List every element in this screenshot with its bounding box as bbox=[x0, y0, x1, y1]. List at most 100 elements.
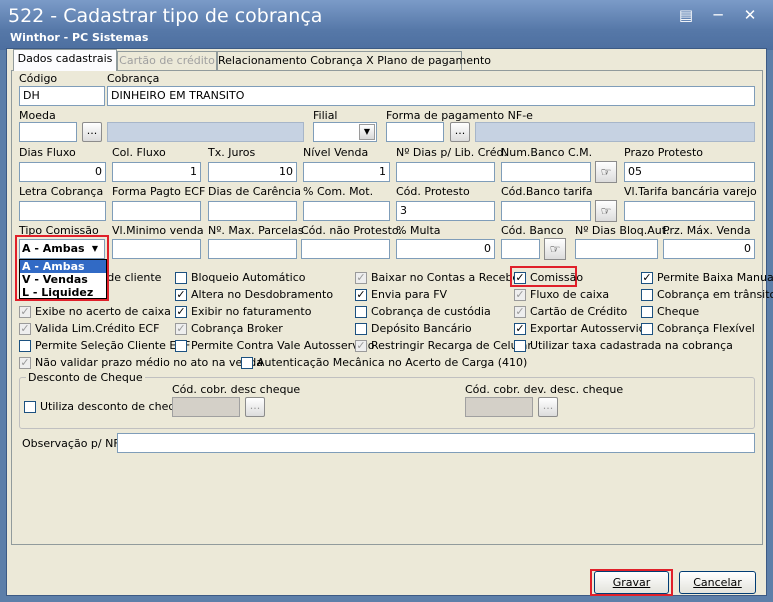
checkbox-label[interactable]: Fluxo de caixa bbox=[530, 288, 609, 301]
num-banco-cm-input[interactable] bbox=[501, 162, 591, 182]
chevron-down-icon: ▼ bbox=[359, 124, 375, 140]
utiliza-desconto-label[interactable]: Utiliza desconto de cheque bbox=[40, 400, 189, 413]
checkbox[interactable]: ✓ bbox=[175, 306, 187, 318]
tipo-comissao-dropdown: A - Ambas V - Vendas L - Liquidez bbox=[19, 259, 107, 299]
cobranca-input[interactable]: DINHEIRO EM TRANSITO bbox=[107, 86, 755, 106]
checkbox[interactable] bbox=[241, 357, 253, 369]
checkbox[interactable]: ✓ bbox=[175, 289, 187, 301]
checkbox[interactable] bbox=[175, 340, 187, 352]
checkbox[interactable]: ✓ bbox=[514, 289, 526, 301]
checkbox[interactable] bbox=[641, 289, 653, 301]
prazo-protesto-input[interactable]: 05 bbox=[624, 162, 755, 182]
minimize-icon[interactable]: ─ bbox=[708, 5, 728, 25]
cod-nao-protesto-input[interactable] bbox=[301, 239, 390, 259]
checkbox[interactable] bbox=[514, 340, 526, 352]
checkbox[interactable]: ✓ bbox=[19, 306, 31, 318]
checkbox-label[interactable]: Cobrança em trânsito bbox=[657, 288, 773, 301]
checkbox-label[interactable]: Exibe no acerto de caixa bbox=[35, 305, 171, 318]
pointing-hand-icon[interactable]: ☞ bbox=[544, 238, 566, 260]
tab-dados-cadastrais[interactable]: Dados cadastrais bbox=[13, 49, 117, 71]
tab-relacionamento[interactable]: Relacionamento Cobrança X Plano de pagam… bbox=[217, 51, 491, 70]
dias-fluxo-input[interactable]: 0 bbox=[19, 162, 106, 182]
tipo-comissao-select[interactable]: A - Ambas ▼ bbox=[19, 239, 105, 259]
checkbox[interactable]: ✓ bbox=[514, 272, 526, 284]
multa-input[interactable]: 0 bbox=[396, 239, 495, 259]
checkbox-label[interactable]: Baixar no Contas a Receber bbox=[371, 271, 524, 284]
vl-minimo-venda-input[interactable] bbox=[112, 239, 201, 259]
pointing-hand-icon[interactable]: ☞ bbox=[595, 200, 617, 222]
checkbox-label[interactable]: Permite Seleção Cliente ECF bbox=[35, 339, 190, 352]
cod-banco-tarifa-input[interactable] bbox=[501, 201, 591, 221]
checkbox-label[interactable]: Não validar prazo médio no ato na venda bbox=[35, 356, 263, 369]
dropdown-option[interactable]: V - Vendas bbox=[20, 273, 106, 286]
com-mot-input[interactable] bbox=[303, 201, 390, 221]
checkbox-label[interactable]: Cobrança de custódia bbox=[371, 305, 491, 318]
dropdown-option[interactable]: L - Liquidez bbox=[20, 286, 106, 299]
checkbox[interactable]: ✓ bbox=[175, 323, 187, 335]
com-mot-label: % Com. Mot. bbox=[303, 185, 374, 198]
checkbox[interactable]: ✓ bbox=[514, 306, 526, 318]
checkbox-label[interactable]: Exibir no faturamento bbox=[191, 305, 311, 318]
forma-pagamento-search-button[interactable]: ... bbox=[450, 122, 470, 142]
vl-tarifa-bancaria-input[interactable] bbox=[624, 201, 755, 221]
prz-max-venda-label: Prz. Máx. Venda bbox=[663, 224, 751, 237]
prz-max-venda-input[interactable]: 0 bbox=[663, 239, 755, 259]
checkbox-label[interactable]: Cheque bbox=[657, 305, 699, 318]
dias-lib-cred-input[interactable] bbox=[396, 162, 495, 182]
close-icon[interactable]: ✕ bbox=[740, 5, 760, 25]
checkbox[interactable]: ✓ bbox=[355, 340, 367, 352]
checkbox-label[interactable]: Permite Contra Vale Autosserviço bbox=[191, 339, 375, 352]
moeda-search-button[interactable]: ... bbox=[82, 122, 102, 142]
checkbox-label[interactable]: Valida Lim.Crédito ECF bbox=[35, 322, 159, 335]
pointing-hand-icon[interactable]: ☞ bbox=[595, 161, 617, 183]
cod-protesto-input[interactable]: 3 bbox=[396, 201, 495, 221]
tab-cartao-credito: Cartão de crédito bbox=[117, 51, 217, 70]
observacao-input[interactable] bbox=[117, 433, 755, 453]
checkbox[interactable] bbox=[175, 272, 187, 284]
dropdown-option[interactable]: A - Ambas bbox=[20, 260, 106, 273]
restore-icon[interactable]: ▤ bbox=[676, 5, 696, 25]
checkbox-label[interactable]: Comissão bbox=[530, 271, 583, 284]
checkbox[interactable]: ✓ bbox=[355, 289, 367, 301]
checkbox[interactable] bbox=[19, 340, 31, 352]
col-fluxo-input[interactable]: 1 bbox=[112, 162, 201, 182]
checkbox[interactable] bbox=[24, 401, 36, 413]
checkbox[interactable] bbox=[641, 323, 653, 335]
codigo-input[interactable]: DH bbox=[19, 86, 105, 106]
checkbox[interactable] bbox=[355, 323, 367, 335]
forma-pagto-ecf-input[interactable] bbox=[112, 201, 201, 221]
checkbox[interactable]: ✓ bbox=[19, 357, 31, 369]
checkbox-label[interactable]: Altera no Desdobramento bbox=[191, 288, 333, 301]
checkbox-label[interactable]: Cartão de Crédito bbox=[530, 305, 627, 318]
cod-banco-input[interactable] bbox=[501, 239, 540, 259]
checkbox-label[interactable]: Bloqueio Automático bbox=[191, 271, 305, 284]
gravar-button[interactable]: Gravar bbox=[594, 571, 669, 594]
filial-select[interactable]: ▼ bbox=[313, 122, 377, 142]
checkbox[interactable] bbox=[355, 306, 367, 318]
checkbox[interactable]: ✓ bbox=[19, 323, 31, 335]
checkbox-label[interactable]: Cobrança Flexível bbox=[657, 322, 755, 335]
checkbox-label[interactable]: Depósito Bancário bbox=[371, 322, 472, 335]
nivel-venda-input[interactable]: 1 bbox=[303, 162, 390, 182]
checkbox[interactable]: ✓ bbox=[355, 272, 367, 284]
checkbox-label[interactable]: Autenticação Mecânica no Acerto de Carga… bbox=[257, 356, 527, 369]
cancelar-button[interactable]: Cancelar bbox=[679, 571, 756, 594]
checkbox-label[interactable]: Envia para FV bbox=[371, 288, 447, 301]
checkbox-label[interactable]: Restringir Recarga de Celular bbox=[371, 339, 532, 352]
letra-cobranca-input[interactable] bbox=[19, 201, 106, 221]
checkbox[interactable] bbox=[641, 306, 653, 318]
checkbox-label[interactable]: Cobrança Broker bbox=[191, 322, 283, 335]
dias-bloq-aut-input[interactable] bbox=[575, 239, 658, 259]
tx-juros-input[interactable]: 10 bbox=[208, 162, 297, 182]
checkbox[interactable]: ✓ bbox=[514, 323, 526, 335]
max-parcelas-input[interactable] bbox=[208, 239, 297, 259]
checkbox-label[interactable]: Exportar Autosserviço bbox=[530, 322, 651, 335]
cod-desc-cheque-search-button: ... bbox=[245, 397, 265, 417]
checkbox-label[interactable]: Utilizar taxa cadastrada na cobrança bbox=[530, 339, 733, 352]
checkbox[interactable]: ✓ bbox=[641, 272, 653, 284]
forma-pagamento-nfe-input[interactable] bbox=[386, 122, 444, 142]
checkbox-label[interactable]: Permite Baixa Manual bbox=[657, 271, 773, 284]
tipo-comissao-value: A - Ambas bbox=[22, 242, 85, 255]
moeda-input[interactable] bbox=[19, 122, 77, 142]
dias-carencia-input[interactable] bbox=[208, 201, 297, 221]
